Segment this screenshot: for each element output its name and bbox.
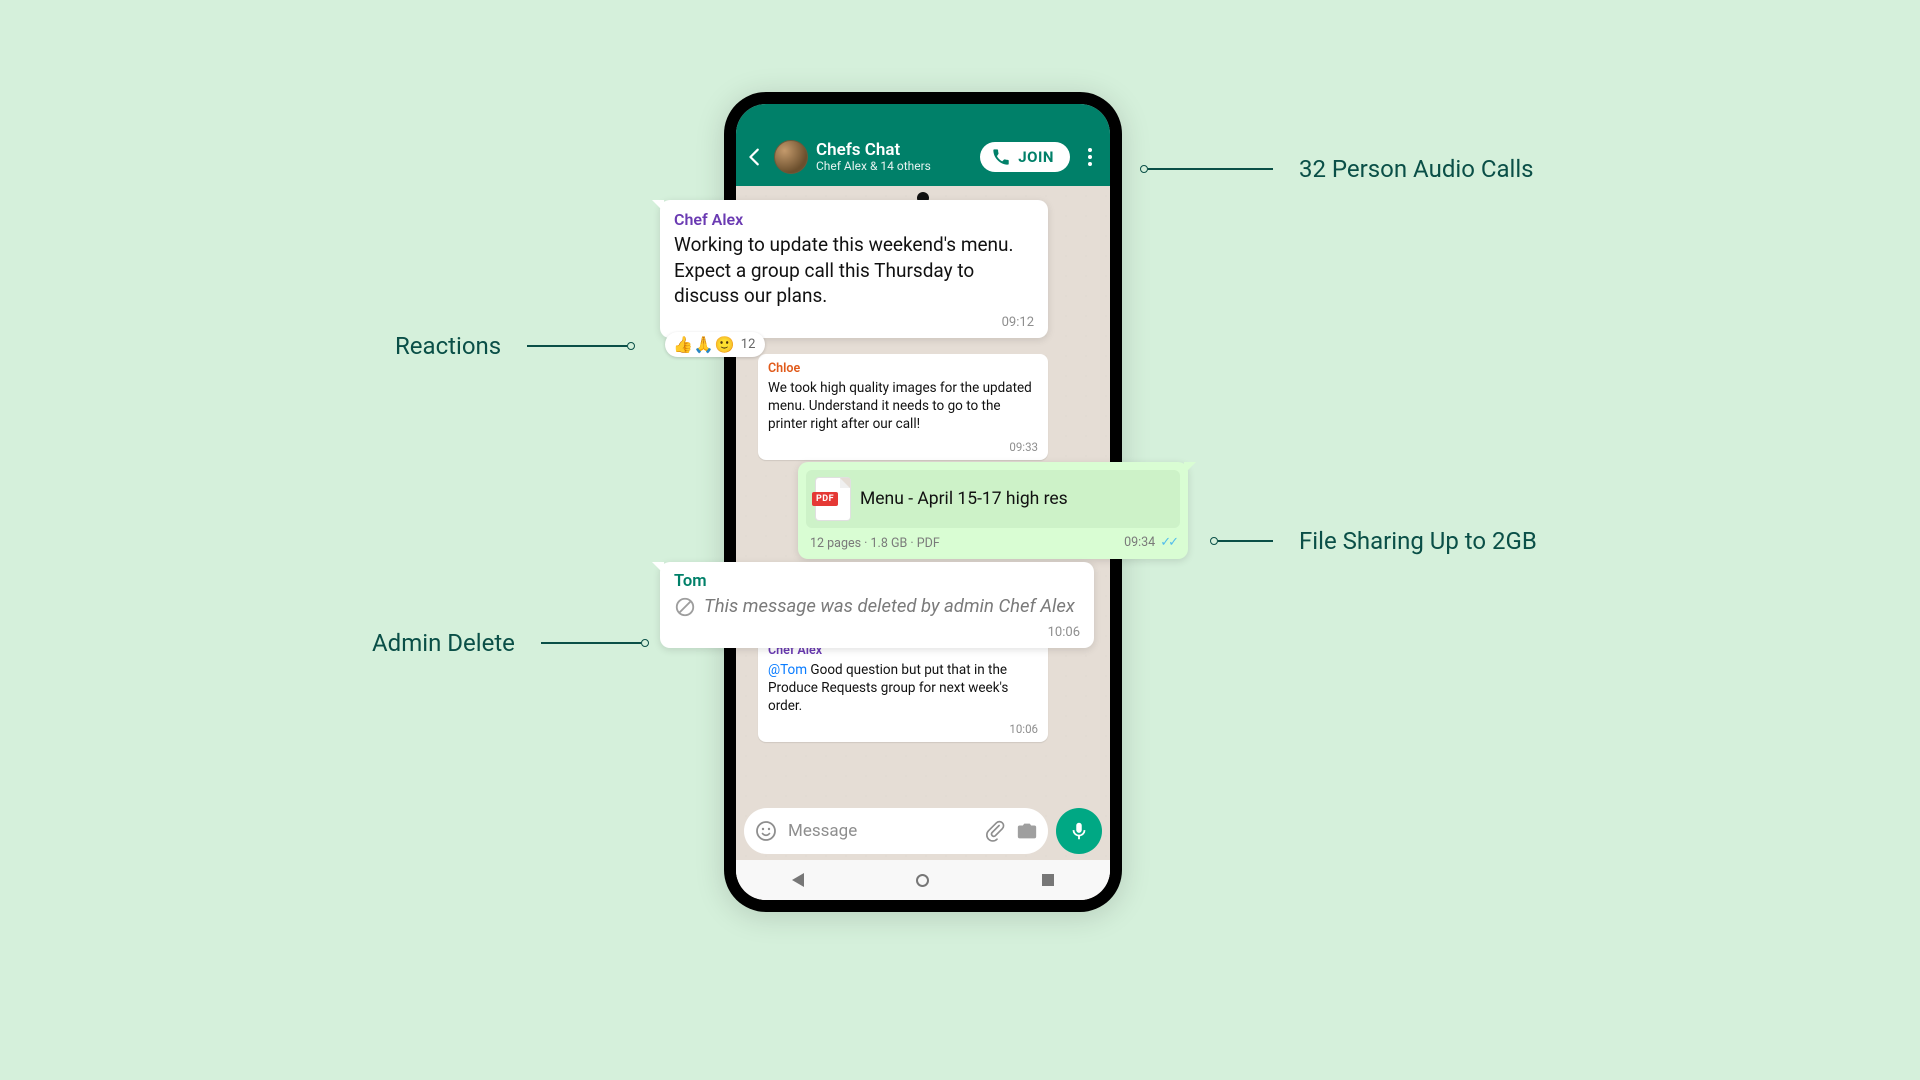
reaction-count: 12 (741, 337, 756, 352)
file-meta: 12 pages · 1.8 GB · PDF (810, 536, 940, 551)
message-chloe[interactable]: Chloe We took high quality images for th… (758, 354, 1048, 460)
voice-message-button[interactable] (1056, 808, 1102, 854)
callout-admin-delete: Admin Delete (372, 629, 649, 657)
file-message[interactable]: PDF Menu - April 15-17 high res 12 pages… (798, 462, 1188, 559)
message-reactions[interactable]: 👍🙏🙂 12 (665, 332, 765, 357)
message-text: This message was deleted by admin Chef A… (704, 594, 1075, 619)
message-time: 09:12 (1002, 315, 1034, 330)
message-chef-alex-1[interactable]: Chef Alex Working to update this weekend… (660, 200, 1048, 338)
callout-line (1148, 168, 1273, 170)
file-name: Menu - April 15-17 high res (860, 489, 1068, 509)
nav-recents-icon[interactable] (1042, 874, 1054, 886)
emoji-icon[interactable] (754, 819, 778, 843)
file-attachment[interactable]: PDF Menu - April 15-17 high res (806, 470, 1180, 528)
deleted-message[interactable]: Tom This message was deleted by admin Ch… (660, 562, 1094, 648)
android-nav-bar (736, 860, 1110, 900)
chat-title: Chefs Chat (816, 141, 972, 160)
callout-dot (1210, 537, 1218, 545)
reaction-emojis: 👍🙏🙂 (673, 335, 736, 354)
pdf-icon: PDF (816, 478, 850, 520)
camera-icon[interactable] (1016, 820, 1038, 842)
sender-name: Chloe (768, 361, 1038, 376)
callout-label: File Sharing Up to 2GB (1299, 527, 1537, 555)
group-avatar[interactable] (774, 140, 808, 174)
message-time: 09:33 (1009, 440, 1038, 454)
sender-name: Chef Alex (674, 210, 1034, 229)
join-label: JOIN (1018, 148, 1054, 166)
message-placeholder: Message (788, 821, 974, 841)
callout-dot (641, 639, 649, 647)
message-time: 09:34 (1124, 535, 1155, 550)
more-options-icon[interactable] (1078, 148, 1102, 166)
join-call-button[interactable]: JOIN (980, 142, 1070, 172)
callout-audio-calls: 32 Person Audio Calls (1140, 155, 1534, 183)
chat-header: Chefs Chat Chef Alex & 14 others JOIN (736, 132, 1110, 186)
read-receipt-icon: ✓✓ (1160, 535, 1176, 550)
callout-file-sharing: File Sharing Up to 2GB (1210, 527, 1537, 555)
message-text: Working to update this weekend's menu. E… (674, 232, 1034, 309)
callout-reactions: Reactions (395, 332, 635, 360)
callout-label: Admin Delete (372, 629, 515, 657)
attachment-icon[interactable] (984, 820, 1006, 842)
callout-line (527, 345, 627, 347)
prohibited-icon (674, 596, 696, 618)
message-time: 10:06 (1009, 722, 1038, 736)
message-composer: Message (744, 808, 1102, 854)
callout-line (541, 642, 641, 644)
status-bar (736, 104, 1110, 132)
pdf-badge-label: PDF (812, 492, 838, 506)
callout-label: Reactions (395, 332, 501, 360)
chat-subtitle: Chef Alex & 14 others (816, 160, 972, 173)
message-text: @Tom Good question but put that in the P… (768, 661, 1038, 716)
message-text: We took high quality images for the upda… (768, 379, 1038, 434)
callout-line (1218, 540, 1273, 542)
nav-home-icon[interactable] (916, 874, 929, 887)
chat-title-block[interactable]: Chefs Chat Chef Alex & 14 others (816, 141, 972, 173)
callout-dot (1140, 165, 1148, 173)
message-time: 10:06 (1048, 625, 1080, 640)
mention: @Tom (768, 662, 807, 678)
back-icon[interactable] (744, 146, 766, 168)
phone-icon (992, 148, 1010, 166)
callout-dot (627, 342, 635, 350)
nav-back-icon[interactable] (792, 873, 804, 887)
message-input[interactable]: Message (744, 808, 1048, 854)
mic-icon (1068, 820, 1090, 842)
sender-name: Tom (674, 572, 1080, 591)
message-chef-alex-2[interactable]: Chef Alex @Tom Good question but put tha… (758, 636, 1048, 742)
callout-label: 32 Person Audio Calls (1299, 155, 1534, 183)
